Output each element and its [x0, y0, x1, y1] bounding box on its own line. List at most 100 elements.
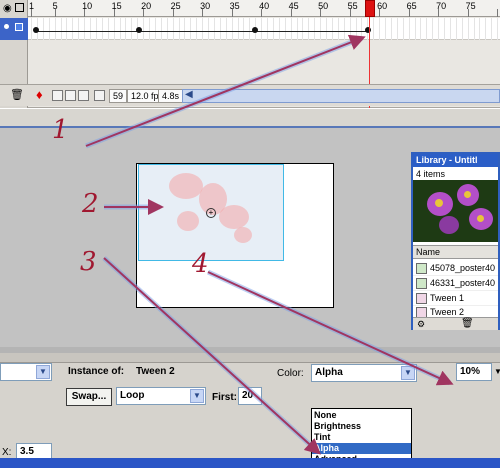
frame-cell[interactable]	[160, 18, 162, 40]
frame-cell[interactable]	[119, 18, 121, 40]
alpha-percent-input[interactable]: 10%	[456, 363, 492, 381]
frame-cell[interactable]	[131, 18, 133, 40]
frame-cell[interactable]	[432, 18, 434, 40]
frame-cell[interactable]	[54, 18, 56, 40]
outline-icon[interactable]	[15, 3, 24, 12]
frame-cell[interactable]	[455, 18, 457, 40]
frame-cell[interactable]	[485, 18, 487, 40]
frame-cell[interactable]	[402, 18, 404, 40]
frame-cell[interactable]	[420, 18, 422, 40]
frame-cell[interactable]	[31, 18, 32, 40]
swap-button[interactable]: Swap...	[66, 388, 112, 406]
center-frame-icon[interactable]: ♦	[36, 87, 43, 102]
eye-icon[interactable]: ◉	[3, 3, 12, 14]
frame-cell[interactable]	[143, 18, 145, 40]
frame-cell[interactable]	[72, 18, 74, 40]
frame-cell[interactable]	[243, 18, 245, 40]
library-item[interactable]: 46331_poster40	[413, 276, 498, 291]
frame-cell[interactable]	[190, 18, 192, 40]
frame-cell[interactable]	[408, 18, 410, 40]
frame-cell[interactable]	[373, 18, 375, 40]
keyframe[interactable]	[136, 27, 142, 33]
frame-cell[interactable]	[320, 18, 322, 40]
library-name-column-header[interactable]: Name	[413, 245, 498, 259]
modify-markers-icon[interactable]	[94, 90, 105, 101]
frame-cell[interactable]	[66, 18, 68, 40]
color-option-tint[interactable]: Tint	[312, 432, 411, 443]
frame-cell[interactable]	[314, 18, 316, 40]
loop-dropdown[interactable]: Loop ▼	[116, 387, 206, 405]
frame-cell[interactable]	[249, 18, 251, 40]
frame-cell[interactable]	[343, 18, 345, 40]
frame-cell[interactable]	[331, 18, 333, 40]
frame-cell[interactable]	[302, 18, 304, 40]
frame-cell[interactable]	[479, 18, 481, 40]
properties-title-bar[interactable]	[0, 353, 500, 363]
timeline-horizontal-scrollbar[interactable]: ◀	[182, 89, 500, 103]
frame-cell[interactable]	[337, 18, 339, 40]
frame-cell[interactable]	[261, 18, 263, 40]
keyframe[interactable]	[252, 27, 258, 33]
frame-cell[interactable]	[491, 18, 493, 40]
frame-cell[interactable]	[95, 18, 97, 40]
frame-cell[interactable]	[202, 18, 204, 40]
frame-cell[interactable]	[449, 18, 451, 40]
edit-multiple-frames-icon[interactable]	[78, 90, 89, 101]
frame-cell[interactable]	[326, 18, 327, 40]
frame-cell[interactable]	[497, 18, 499, 40]
frame-cell[interactable]	[414, 18, 416, 40]
layer-row-selected[interactable]	[0, 18, 28, 40]
delete-icon[interactable]: 🗑	[461, 318, 474, 329]
playhead[interactable]	[365, 0, 375, 17]
keyframe[interactable]	[33, 27, 39, 33]
frame-cell[interactable]	[267, 18, 268, 40]
library-title[interactable]: Library - Untitl	[413, 154, 498, 167]
frame-cell[interactable]	[172, 18, 174, 40]
frame-cell[interactable]	[125, 18, 127, 40]
frame-cell[interactable]	[196, 18, 198, 40]
color-option-brightness[interactable]: Brightness	[312, 421, 411, 432]
onion-skin-icon[interactable]	[52, 90, 63, 101]
frame-cell[interactable]	[361, 18, 363, 40]
frame-cell[interactable]	[390, 18, 392, 40]
frame-cell[interactable]	[60, 18, 62, 40]
library-item[interactable]: 45078_poster40	[413, 261, 498, 276]
frame-cell[interactable]	[379, 18, 381, 40]
first-frame-input[interactable]: 20	[238, 387, 262, 405]
frame-cell[interactable]	[385, 18, 386, 40]
onion-outline-icon[interactable]	[65, 90, 76, 101]
frame-cell[interactable]	[178, 18, 180, 40]
frame-ruler[interactable]: 1 5 10 15 20 25 30 35 40 45 50 55 60 65 70 75	[28, 0, 500, 17]
frame-cell[interactable]	[101, 18, 103, 40]
frame-cell[interactable]	[225, 18, 227, 40]
frame-cell[interactable]	[237, 18, 239, 40]
frame-cell[interactable]	[90, 18, 91, 40]
library-item[interactable]: Tween 1	[413, 291, 498, 306]
frame-cell[interactable]	[213, 18, 215, 40]
frame-cell[interactable]	[467, 18, 469, 40]
frame-cell[interactable]	[349, 18, 351, 40]
frame-cell[interactable]	[308, 18, 310, 40]
frame-cell[interactable]	[461, 18, 463, 40]
scroll-left-icon[interactable]: ◀	[185, 89, 193, 100]
frame-cell[interactable]	[42, 18, 44, 40]
frame-cell[interactable]	[166, 18, 168, 40]
trash-icon[interactable]: 🗑	[10, 88, 24, 101]
keyframe[interactable]	[365, 27, 371, 33]
symbol-behavior-dropdown[interactable]: ▼	[0, 363, 52, 381]
frame-cell[interactable]	[231, 18, 233, 40]
frame-cell[interactable]	[113, 18, 115, 40]
layer-frames[interactable]	[28, 18, 500, 40]
frame-cell[interactable]	[278, 18, 280, 40]
frame-cell[interactable]	[284, 18, 286, 40]
frame-cell[interactable]	[272, 18, 274, 40]
frame-cell[interactable]	[154, 18, 156, 40]
frame-cell[interactable]	[426, 18, 428, 40]
color-effect-dropdown[interactable]: Alpha ▼	[311, 364, 417, 382]
alpha-slider-arrow-icon[interactable]: ▼	[494, 367, 500, 376]
frame-cell[interactable]	[355, 18, 357, 40]
frame-cell[interactable]	[296, 18, 298, 40]
frame-cell[interactable]	[149, 18, 150, 40]
frame-cell[interactable]	[396, 18, 398, 40]
frame-cell[interactable]	[84, 18, 86, 40]
